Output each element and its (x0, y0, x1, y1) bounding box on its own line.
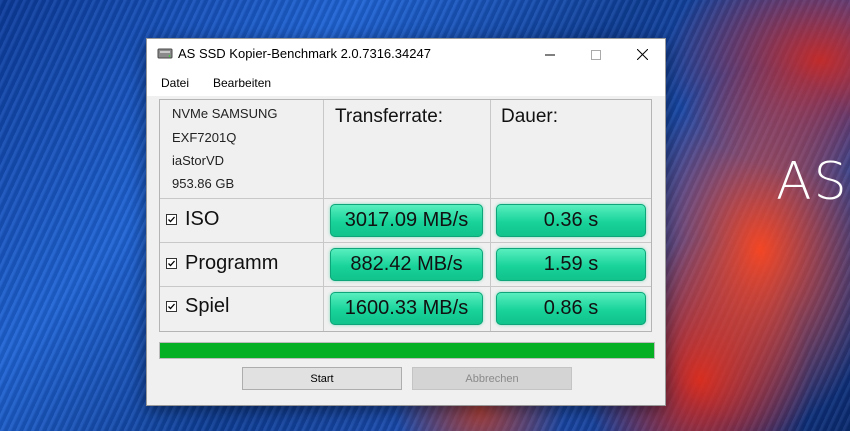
transfer-column-header: Transferrate: (335, 106, 444, 127)
row-programm-duration-cell: 1.59 s (491, 243, 651, 287)
menu-bar: Datei Bearbeiten (147, 70, 665, 96)
check-icon (168, 216, 175, 223)
minimize-icon (545, 54, 555, 55)
iso-label-text: ISO (185, 208, 220, 230)
wallpaper-brand-text: ASU (776, 152, 850, 212)
iso-duration-value: 0.36 s (496, 204, 646, 237)
programm-label-text: Programm (185, 252, 279, 274)
progress-fill (160, 343, 654, 358)
benchmark-window: AS SSD Kopier-Benchmark 2.0.7316.34247 D… (146, 38, 666, 406)
results-grid: NVMe SAMSUNG EXF7201Q iaStorVD 953.86 GB… (159, 99, 652, 332)
cancel-button[interactable]: Abbrechen (412, 367, 572, 390)
row-programm-label[interactable]: Programm (166, 252, 278, 275)
drive-firmware: EXF7201Q (172, 130, 237, 145)
programm-checkbox[interactable] (166, 258, 177, 269)
row-iso-label-cell: ISO (160, 199, 324, 243)
spiel-transfer-value: 1600.33 MB/s (330, 292, 483, 325)
row-spiel-transfer-cell: 1600.33 MB/s (324, 287, 491, 331)
programm-duration-value: 1.59 s (496, 248, 646, 281)
programm-transfer-value: 882.42 MB/s (330, 248, 483, 281)
row-spiel-duration-cell: 0.86 s (491, 287, 651, 331)
row-spiel-label[interactable]: Spiel (166, 295, 229, 318)
menu-bearbeiten[interactable]: Bearbeiten (213, 76, 271, 90)
row-iso-label[interactable]: ISO (166, 208, 219, 231)
window-title: AS SSD Kopier-Benchmark 2.0.7316.34247 (178, 46, 431, 61)
row-iso-transfer-cell: 3017.09 MB/s (324, 199, 491, 243)
check-icon (168, 260, 175, 267)
iso-checkbox[interactable] (166, 214, 177, 225)
maximize-button[interactable] (573, 39, 619, 70)
maximize-icon (591, 49, 601, 60)
start-button[interactable]: Start (242, 367, 402, 390)
close-button[interactable] (619, 39, 665, 70)
close-icon (636, 49, 648, 60)
menu-datei[interactable]: Datei (161, 76, 189, 90)
spiel-label-text: Spiel (185, 295, 230, 317)
drive-model: NVMe SAMSUNG (172, 106, 278, 121)
row-programm-label-cell: Programm (160, 243, 324, 287)
progress-bar (159, 342, 655, 359)
row-iso-duration-cell: 0.36 s (491, 199, 651, 243)
drive-controller: iaStorVD (172, 153, 225, 168)
minimize-button[interactable] (527, 39, 573, 70)
row-programm-transfer-cell: 882.42 MB/s (324, 243, 491, 287)
drive-icon (157, 48, 173, 59)
title-bar[interactable]: AS SSD Kopier-Benchmark 2.0.7316.34247 (147, 39, 665, 70)
duration-column-header: Dauer: (501, 106, 559, 127)
row-spiel-label-cell: Spiel (160, 287, 324, 331)
drive-info-cell: NVMe SAMSUNG EXF7201Q iaStorVD 953.86 GB (160, 100, 324, 199)
spiel-duration-value: 0.86 s (496, 292, 646, 325)
spiel-checkbox[interactable] (166, 301, 177, 312)
iso-transfer-value: 3017.09 MB/s (330, 204, 483, 237)
duration-header-cell: Dauer: (491, 100, 651, 199)
transfer-header-cell: Transferrate: (324, 100, 491, 199)
check-icon (168, 303, 175, 310)
drive-capacity: 953.86 GB (172, 176, 235, 191)
